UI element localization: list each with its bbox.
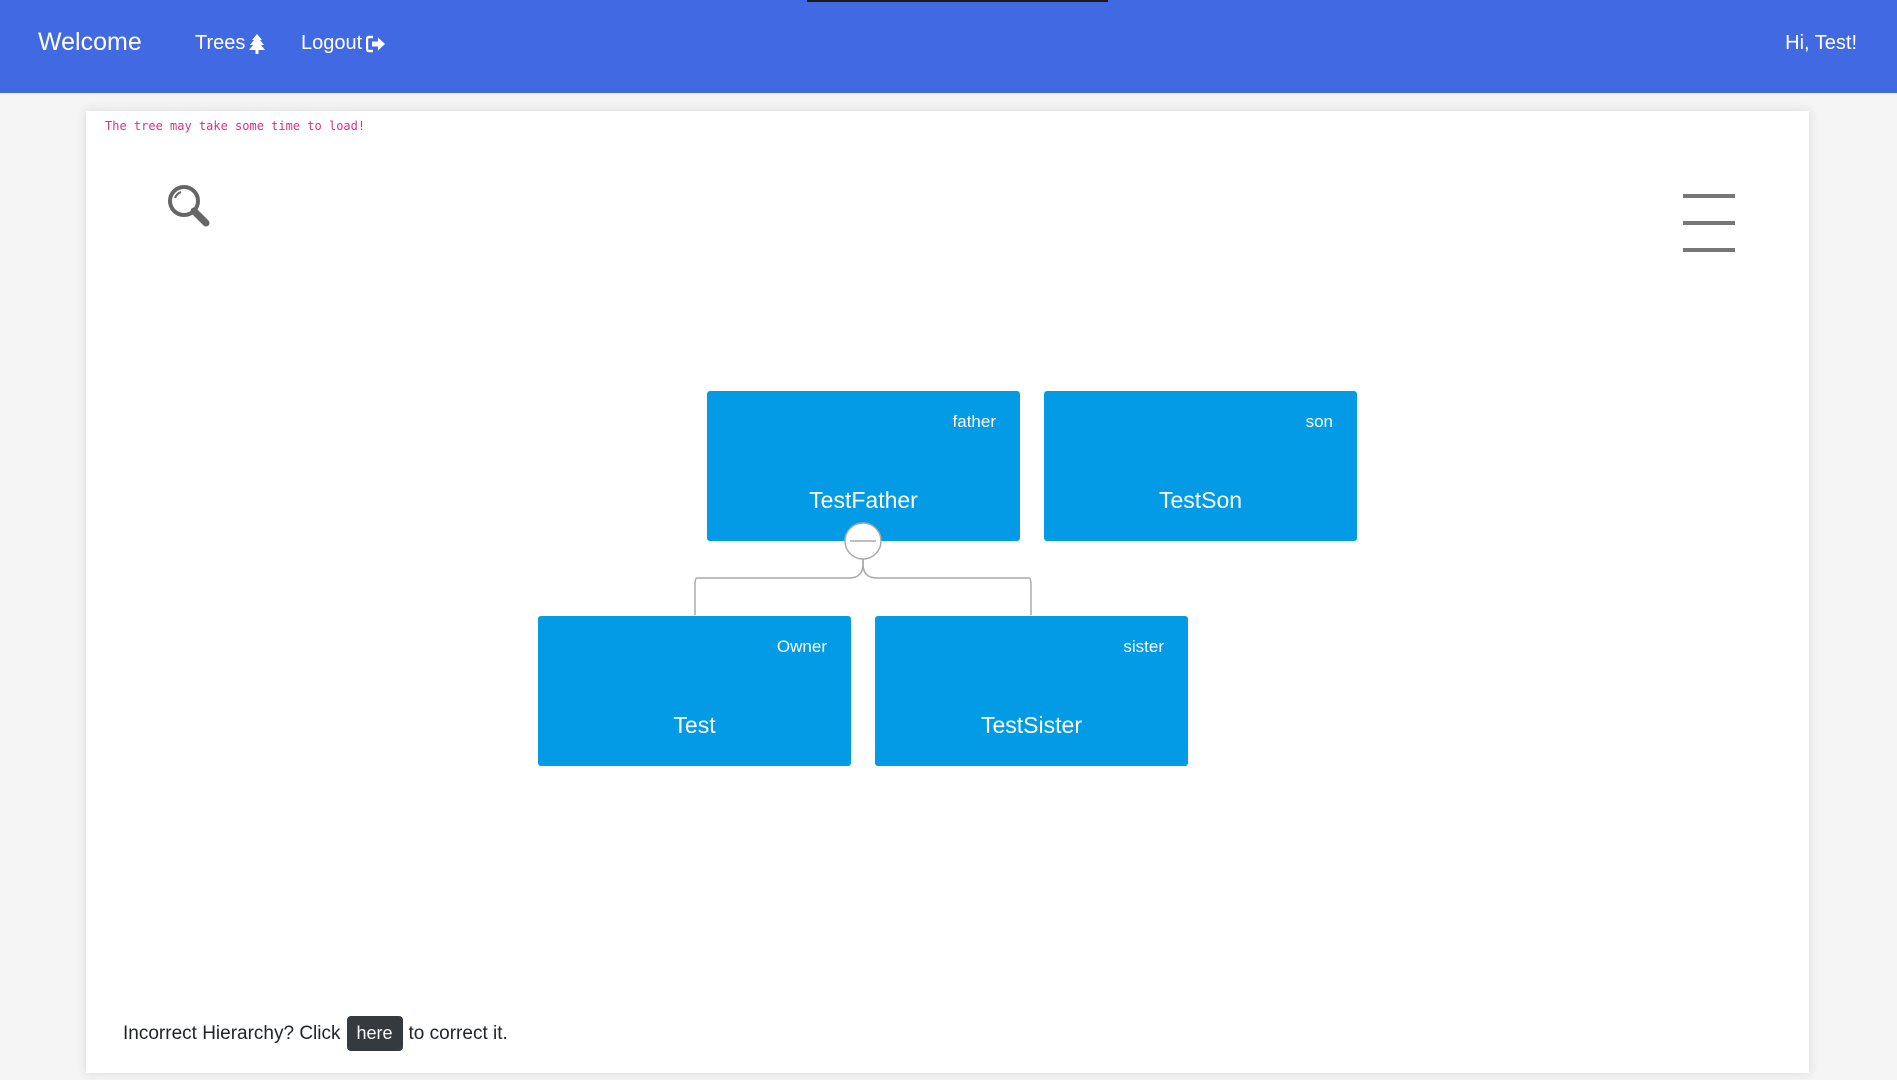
tree-card: The tree may take some time to load! fat… <box>86 111 1809 1073</box>
footer-prefix: Incorrect Hierarchy? Click <box>123 1022 341 1044</box>
node-name: TestSister <box>981 712 1082 738</box>
collapse-toggle-icon[interactable] <box>843 521 883 561</box>
node-name: TestSon <box>1158 487 1243 513</box>
footer-suffix: to correct it. <box>408 1022 508 1044</box>
top-divider-line <box>807 0 1108 2</box>
nav-trees-link[interactable]: Trees <box>195 32 266 55</box>
tree-connectors <box>694 554 1032 615</box>
tree-node-testfather[interactable]: father TestFather <box>707 391 1020 541</box>
user-greeting: Hi, Test! <box>1785 32 1857 54</box>
tree-node-testsister[interactable]: sister TestSister <box>875 616 1188 766</box>
nav-logout-label: Logout <box>301 32 363 54</box>
nav-logout-link[interactable]: Logout <box>301 32 386 55</box>
node-name: TestFather <box>809 487 918 513</box>
tree-node-testson[interactable]: son TestSon <box>1044 391 1357 541</box>
correct-hierarchy-button[interactable]: here <box>346 1016 403 1051</box>
node-role: son <box>1305 412 1333 431</box>
brand-link[interactable]: Welcome <box>38 28 142 57</box>
family-tree: father TestFather son TestSon Owner Test… <box>86 111 1809 1073</box>
node-name: Test <box>673 712 716 738</box>
tree-node-test[interactable]: Owner Test <box>538 616 851 766</box>
node-role: father <box>952 412 996 431</box>
node-role: sister <box>1123 637 1164 656</box>
sign-out-icon <box>366 35 386 52</box>
hierarchy-footer: Incorrect Hierarchy? Click here to corre… <box>123 1016 508 1051</box>
node-role: Owner <box>776 637 827 656</box>
nav-trees-label: Trees <box>195 32 246 54</box>
tree-icon <box>249 33 266 54</box>
navbar: Welcome Trees Logout Hi, Test! <box>0 0 1897 93</box>
